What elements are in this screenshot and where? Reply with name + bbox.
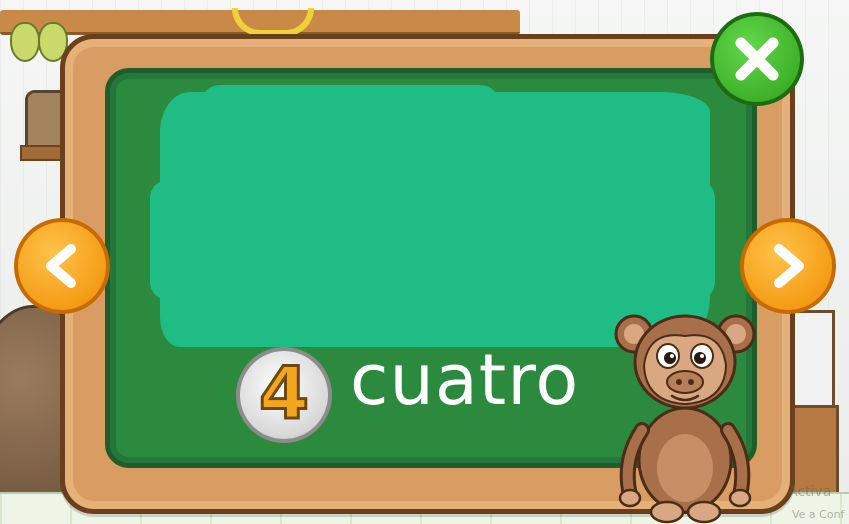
number-digit: 4 <box>257 351 310 435</box>
number-badge: 4 <box>236 347 332 443</box>
number-word: cuatro <box>350 339 580 421</box>
chevron-right-icon <box>774 244 804 288</box>
close-x-icon <box>735 37 779 81</box>
chalk-smear <box>150 180 715 300</box>
chalk-smear <box>200 85 500 125</box>
pear-decoration <box>10 22 40 62</box>
next-button[interactable] <box>740 218 836 314</box>
close-button[interactable] <box>710 12 804 106</box>
activation-watermark-subtext: Ve a Conf <box>792 508 845 521</box>
activation-watermark: Activa <box>788 484 832 500</box>
previous-button[interactable] <box>14 218 110 314</box>
monkey-character <box>614 314 756 524</box>
chevron-left-icon <box>46 244 76 288</box>
